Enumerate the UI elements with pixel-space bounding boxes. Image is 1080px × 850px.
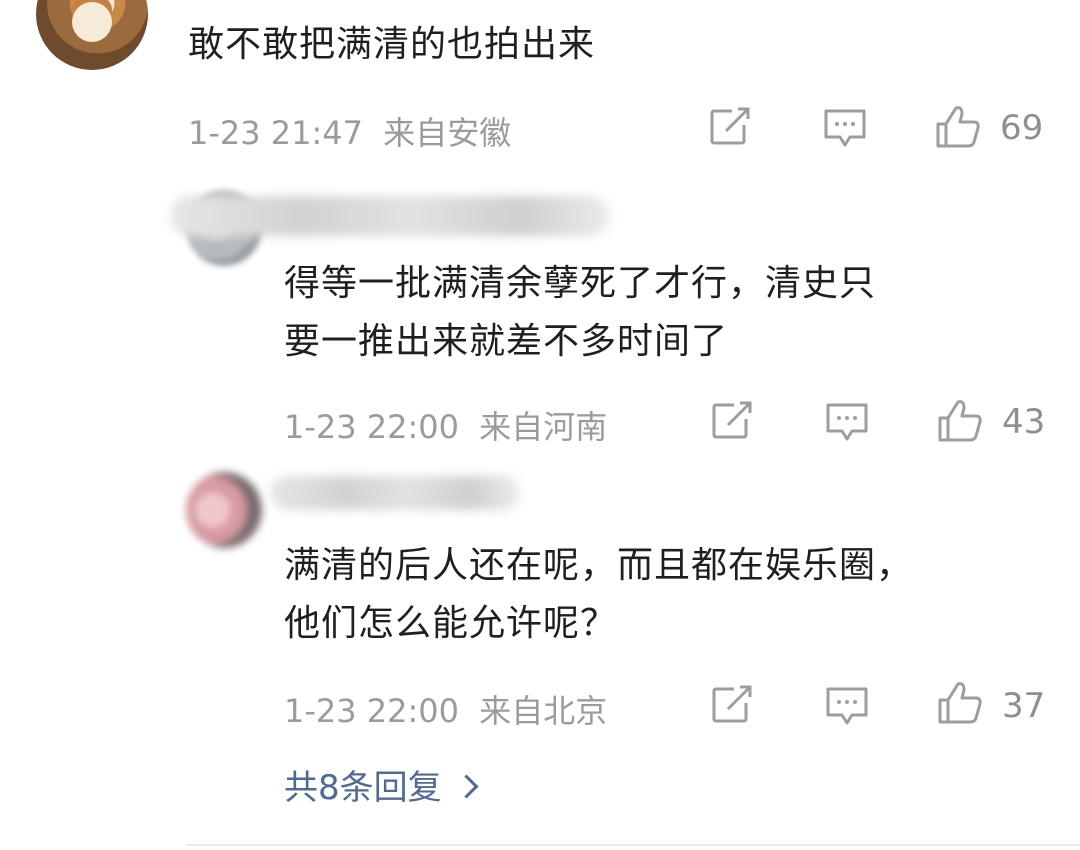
thumbs-up-icon	[936, 106, 980, 148]
reply-text-line: 要一推出来就差不多时间了	[284, 321, 729, 362]
reply-location: 来自河南	[479, 408, 608, 446]
like-count: 43	[1002, 402, 1046, 442]
reply-text-line: 他们怎么能允许呢？	[284, 603, 618, 644]
reply-text-line: 得等一批满清余孽死了才行，清史只	[284, 263, 877, 304]
divider	[186, 844, 1080, 846]
main-comment-avatar[interactable]	[36, 0, 148, 70]
reply-meta: 1-23 22:00 来自河南	[284, 402, 607, 448]
more-replies-link[interactable]: 共8条回复	[284, 760, 479, 809]
main-comment-text: 敢不敢把满清的也拍出来	[188, 24, 596, 65]
thumbs-up-icon	[938, 400, 982, 442]
like-count: 69	[1000, 108, 1044, 148]
reply-time: 1-23 22:00	[284, 408, 460, 446]
reply-avatar[interactable]	[186, 472, 262, 548]
main-comment-time: 1-23 21:47	[188, 114, 364, 152]
like-count: 37	[1002, 686, 1046, 726]
like-button[interactable]	[936, 398, 984, 448]
reply-username-redacted[interactable]	[270, 476, 520, 510]
reply-text: 得等一批满清余孽死了才行，清史只 要一推出来就差不多时间了	[284, 255, 876, 371]
reply-meta: 1-23 22:00 来自北京	[284, 686, 607, 732]
thumbs-up-icon	[938, 682, 982, 724]
comment-icon[interactable]	[822, 107, 868, 153]
reply-location: 来自北京	[479, 692, 608, 730]
share-icon[interactable]	[710, 685, 754, 729]
share-icon[interactable]	[708, 107, 752, 151]
comment-icon[interactable]	[824, 401, 870, 447]
like-button[interactable]	[936, 680, 984, 730]
like-button[interactable]	[934, 104, 982, 154]
avatar-dog-image	[72, 2, 112, 42]
reply-text: 满清的后人还在呢，而且都在娱乐圈， 他们怎么能允许呢？	[284, 537, 913, 653]
reply-username-redacted[interactable]	[170, 196, 610, 236]
reply-text-line: 满清的后人还在呢，而且都在娱乐圈，	[284, 545, 914, 586]
share-icon[interactable]	[710, 401, 754, 445]
comment-icon[interactable]	[824, 685, 870, 731]
chevron-right-icon	[454, 774, 479, 799]
reply-time: 1-23 22:00	[284, 692, 460, 730]
more-replies-label: 共8条回复	[284, 768, 442, 808]
main-comment-location: 来自安徽	[383, 114, 512, 152]
main-comment-meta: 1-23 21:47 来自安徽	[188, 108, 511, 154]
